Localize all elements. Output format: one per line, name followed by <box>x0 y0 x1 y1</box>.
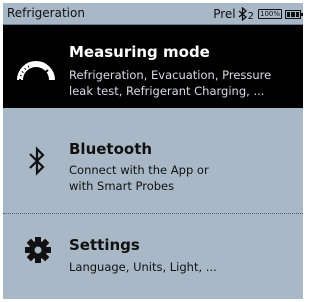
description-line: Connect with the App or <box>69 163 209 177</box>
status-title: Refrigeration <box>7 6 85 20</box>
menu-item-description: Refrigeration, Evacuation, Pressure leak… <box>69 67 301 99</box>
description-line: with Smart Probes <box>69 179 175 193</box>
description-line: Language, Units, Light, ... <box>69 260 217 274</box>
menu-item-settings[interactable]: Settings Language, Units, Light, ... <box>3 214 303 299</box>
menu-item-measuring-mode[interactable]: Measuring mode Refrigeration, Evacuation… <box>3 25 303 108</box>
description-line: leak test, Refrigerant Charging, ... <box>69 84 265 98</box>
status-mode: Prel <box>213 7 236 21</box>
status-indicators: Prel 2 100% <box>213 5 303 23</box>
gear-icon <box>25 237 51 263</box>
menu-item-title: Settings <box>69 236 140 254</box>
description-line: Refrigeration, Evacuation, Pressure <box>69 68 272 82</box>
menu-item-description: Language, Units, Light, ... <box>69 259 301 275</box>
menu-item-description: Connect with the App or with Smart Probe… <box>69 162 301 194</box>
device-screen: Refrigeration Prel 2 100% Measuring mode… <box>3 3 303 299</box>
battery-percent: 100% <box>257 9 282 19</box>
status-bar: Refrigeration Prel 2 100% <box>3 3 303 25</box>
menu-item-title: Bluetooth <box>69 140 153 158</box>
gauge-icon <box>17 61 55 81</box>
bluetooth-icon <box>29 146 45 176</box>
battery-icon <box>285 9 303 19</box>
menu-item-title: Measuring mode <box>69 43 210 61</box>
menu-item-bluetooth[interactable]: Bluetooth Connect with the App or with S… <box>3 108 303 213</box>
bluetooth-icon <box>238 7 247 21</box>
bluetooth-channel: 2 <box>247 10 254 22</box>
